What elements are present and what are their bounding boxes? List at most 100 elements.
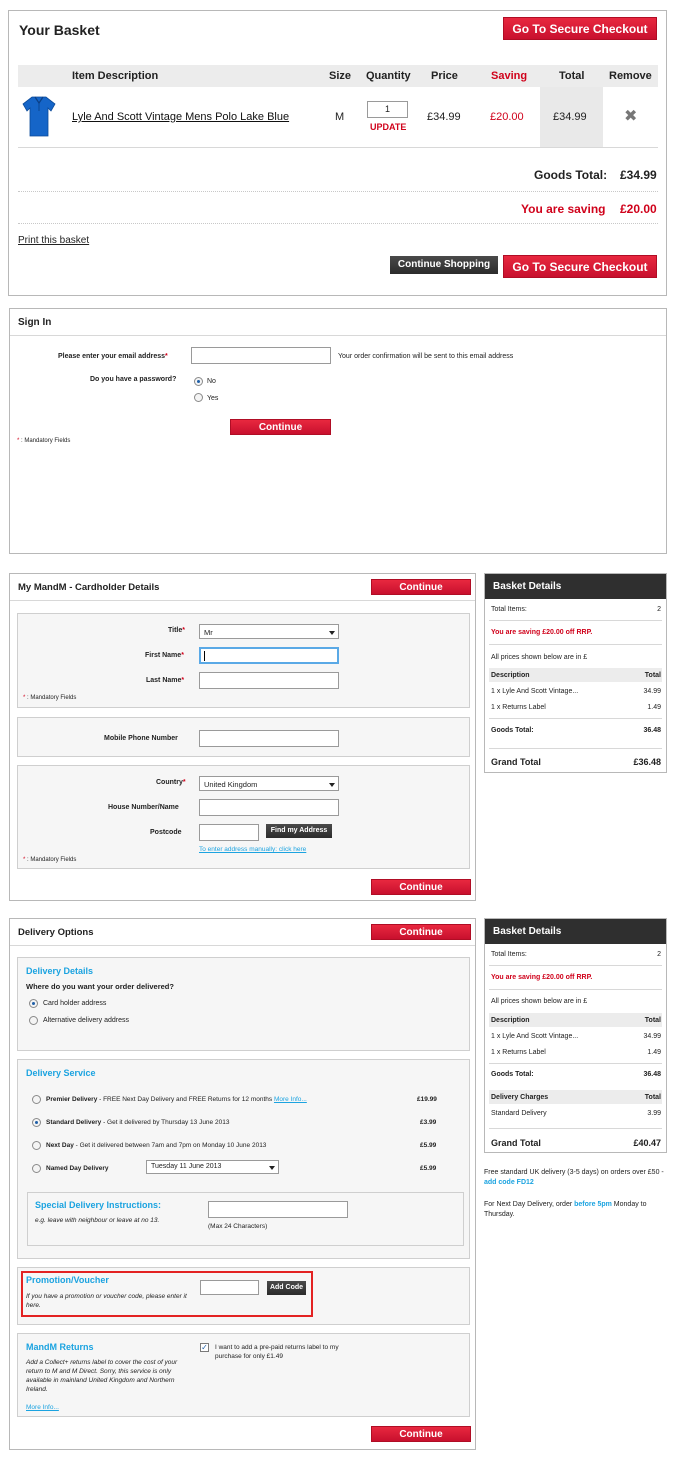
side2-charges-total-head: Total: [644, 1094, 661, 1101]
special-instructions-input[interactable]: [208, 1201, 348, 1218]
cardholder-title: My MandM - Cardholder Details: [18, 582, 160, 593]
email-input[interactable]: [191, 347, 331, 364]
quantity-input[interactable]: 1: [367, 101, 408, 118]
address-mandatory-text: : Mandatory Fields: [25, 857, 77, 863]
delivery-details-head: Delivery Details: [26, 966, 94, 976]
address-section: Country* United Kingdom House Number/Nam…: [17, 765, 470, 869]
side1-goods-total: 36.48: [643, 727, 661, 734]
last-name-input[interactable]: [199, 672, 339, 689]
side2-grand-total: £40.47: [633, 1138, 661, 1148]
max-chars-note: (Max 24 Characters): [208, 1223, 268, 1230]
chevron-down-icon: [269, 1166, 275, 1170]
house-input[interactable]: [199, 799, 339, 816]
free-note-text: Free standard UK delivery (3-5 days) on …: [484, 1169, 664, 1176]
side2-total-items-label: Total Items:: [491, 951, 527, 958]
next-day-note: For Next Day Delivery, order before 5pm …: [484, 1200, 667, 1220]
first-name-label-text: First Name: [145, 652, 182, 659]
delivery-continue-top[interactable]: Continue: [371, 924, 471, 940]
country-required: *: [182, 779, 186, 786]
standard-radio[interactable]: [32, 1118, 41, 1127]
card-address-label: Card holder address: [43, 1000, 107, 1007]
text-cursor: [204, 651, 205, 661]
side1-divider-d: [489, 748, 662, 749]
where-label: Where do you want your order delivered?: [26, 982, 174, 991]
item-price: £34.99: [427, 111, 461, 123]
premier-radio[interactable]: [32, 1095, 41, 1104]
title-select-value: Mr: [204, 628, 213, 637]
country-select[interactable]: United Kingdom: [199, 776, 339, 791]
premier-more-info-link[interactable]: More Info...: [274, 1096, 307, 1103]
next-day-radio[interactable]: [32, 1141, 41, 1150]
item-saving: £20.00: [490, 111, 524, 123]
last-name-required: *: [181, 677, 185, 684]
returns-more-info-link[interactable]: More Info...: [26, 1404, 59, 1411]
name-mandatory-text: : Mandatory Fields: [25, 695, 77, 701]
side2-title: Basket Details: [485, 919, 666, 944]
returns-checkbox[interactable]: ✓: [200, 1343, 209, 1352]
delivery-continue-bottom[interactable]: Continue: [371, 1426, 471, 1442]
password-yes-radio[interactable]: [194, 393, 203, 402]
standard-name: Standard Delivery: [46, 1119, 102, 1126]
side2-charges-row: Standard Delivery: [491, 1110, 547, 1117]
col-price: Price: [431, 70, 458, 82]
checkout-button-bottom[interactable]: Go To Secure Checkout: [503, 255, 657, 278]
free-delivery-note: Free standard UK delivery (3-5 days) on …: [484, 1168, 667, 1188]
continue-shopping-button[interactable]: Continue Shopping: [390, 256, 498, 274]
mobile-input[interactable]: [199, 730, 339, 747]
next-note-time: before 5pm: [574, 1201, 612, 1208]
delivery-title: Delivery Options: [18, 927, 94, 938]
alt-address-radio[interactable]: [29, 1016, 38, 1025]
chevron-down-icon: [329, 631, 335, 635]
product-image[interactable]: [22, 95, 56, 137]
add-code-button[interactable]: Add Code: [267, 1281, 306, 1295]
manual-address-link[interactable]: To enter address manually: click here: [199, 846, 306, 853]
side1-row-1-desc: 1 x Returns Label: [491, 704, 546, 711]
goods-total-label: Goods Total:: [534, 168, 608, 182]
promo-code-input[interactable]: [200, 1280, 259, 1295]
cardholder-continue-top[interactable]: Continue: [371, 579, 471, 595]
named-day-radio[interactable]: [32, 1164, 41, 1173]
title-select[interactable]: Mr: [199, 624, 339, 639]
signin-title-divider: [10, 335, 666, 336]
last-name-label: Last Name*: [146, 677, 184, 684]
house-label: House Number/Name: [108, 804, 179, 811]
delivery-service-head: Delivery Service: [26, 1068, 96, 1078]
col-remove: Remove: [609, 70, 652, 82]
signin-continue-button[interactable]: Continue: [230, 419, 331, 435]
side1-goods-total-label: Goods Total:: [491, 727, 534, 734]
country-select-value: United Kingdom: [204, 780, 258, 789]
password-label: Do you have a password?: [90, 376, 177, 383]
side2-row-0-total: 34.99: [643, 1033, 661, 1040]
premier-text: Premier Delivery - FREE Next Day Deliver…: [46, 1096, 307, 1103]
named-day-select[interactable]: Tuesday 11 June 2013: [146, 1160, 279, 1174]
item-size: M: [335, 111, 345, 123]
side1-grand-total: £36.48: [633, 757, 661, 767]
email-label: Please enter your email address*: [58, 353, 168, 360]
cardholder-panel: My MandM - Cardholder Details Continue T…: [9, 573, 476, 901]
promo-section: Promotion/Voucher If you have a promotio…: [17, 1267, 470, 1325]
checkout-button-top[interactable]: Go To Secure Checkout: [503, 17, 657, 40]
card-address-radio[interactable]: [29, 999, 38, 1008]
side2-divider-c: [489, 1063, 662, 1064]
first-name-input[interactable]: [199, 647, 339, 664]
promo-head: Promotion/Voucher: [26, 1275, 109, 1285]
side1-row-0-desc: 1 x Lyle And Scott Vintage...: [491, 688, 579, 695]
print-basket-link[interactable]: Print this basket: [18, 235, 89, 246]
item-name-link[interactable]: Lyle And Scott Vintage Mens Polo Lake Bl…: [72, 111, 289, 123]
side2-total-head: Total: [644, 1017, 661, 1024]
postcode-input[interactable]: [199, 824, 259, 841]
update-button[interactable]: UPDATE: [370, 122, 406, 132]
find-address-button[interactable]: Find my Address: [266, 824, 332, 838]
remove-icon[interactable]: ✖: [624, 106, 637, 126]
cardholder-continue-bottom[interactable]: Continue: [371, 879, 471, 895]
next-day-text: Next Day - Get it delivered between 7am …: [46, 1142, 266, 1149]
delivery-title-divider: [10, 945, 475, 946]
promo-hint: If you have a promotion or voucher code,…: [26, 1293, 187, 1309]
password-no-radio[interactable]: [194, 377, 203, 386]
col-saving: Saving: [491, 70, 528, 82]
special-hint: e.g. leave with neighbour or leave at no…: [35, 1217, 160, 1224]
returns-head: MandM Returns: [26, 1342, 94, 1352]
basket-title: Your Basket: [19, 22, 100, 38]
side1-title: Basket Details: [485, 574, 666, 599]
delivery-service-section: Delivery Service Premier Delivery - FREE…: [17, 1059, 470, 1259]
